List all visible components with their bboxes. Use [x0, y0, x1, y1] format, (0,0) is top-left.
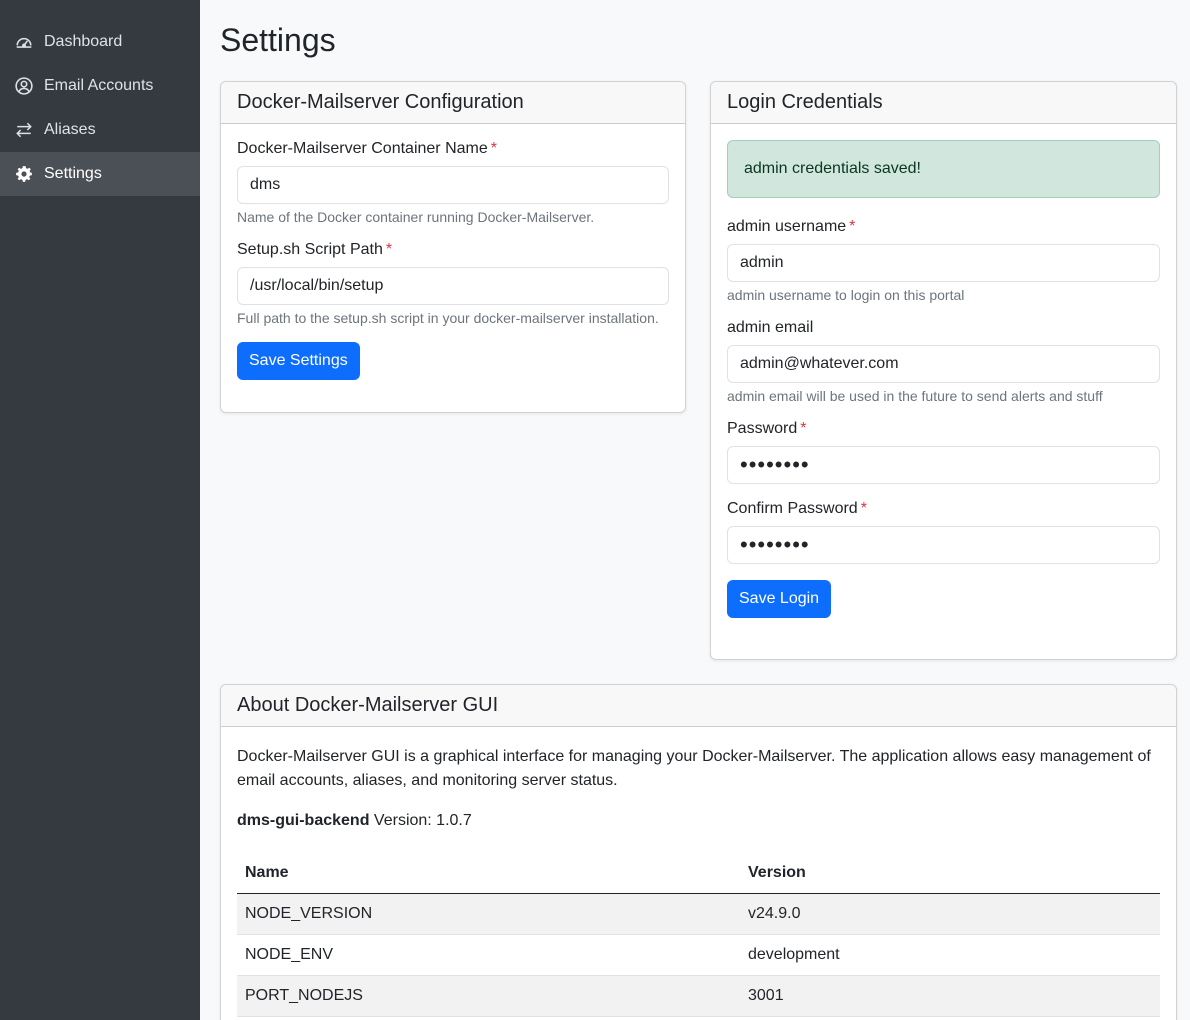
password-label: Password * — [727, 420, 807, 437]
sidebar-item-settings[interactable]: Settings — [0, 152, 200, 196]
script-path-help: Full path to the setup.sh script in your… — [237, 310, 659, 326]
table-row: PORT_NODEJS 3001 — [237, 975, 1160, 1016]
table-cell-version: 3001 — [748, 986, 784, 1004]
admin-email-input[interactable] — [727, 345, 1160, 383]
backend-version: dms-gui-backend Version: 1.0.7 — [237, 809, 1160, 833]
container-name-input[interactable] — [237, 166, 669, 204]
password-input[interactable] — [727, 446, 1160, 484]
page-title: Settings — [220, 22, 336, 58]
admin-email-label: admin email — [727, 319, 814, 336]
sidebar-item-label: Dashboard — [44, 33, 123, 50]
table-header-row: Name Version — [237, 853, 1160, 894]
backend-name: dms-gui-backend — [237, 812, 370, 829]
table-row: NODE_VERSION v24.9.0 — [237, 893, 1160, 934]
user-circle-icon — [14, 76, 34, 96]
success-alert: admin credentials saved! — [727, 140, 1160, 198]
container-name-help: Name of the Docker container running Doc… — [237, 209, 595, 225]
column-header-version: Version — [740, 853, 1160, 894]
required-marker: * — [800, 420, 807, 437]
required-marker: * — [385, 241, 393, 258]
about-card: About Docker-Mailserver GUI Docker-Mails… — [220, 684, 1177, 1020]
env-table: Name Version NODE_VERSION v24.9.0 NODE_E… — [237, 853, 1160, 1017]
admin-email-help: admin email will be used in the future t… — [727, 388, 1103, 404]
script-path-label: Setup.sh Script Path * — [237, 241, 393, 258]
confirm-password-input[interactable] — [727, 526, 1160, 564]
container-name-label: Docker-Mailserver Container Name * — [237, 140, 497, 157]
table-cell-version: v24.9.0 — [748, 904, 801, 922]
about-card-title: About Docker-Mailserver GUI — [221, 685, 1176, 727]
arrows-exchange-icon — [14, 120, 34, 140]
gear-icon — [14, 164, 34, 184]
sidebar-item-aliases[interactable]: Aliases — [0, 108, 200, 152]
login-card-title: Login Credentials — [711, 82, 1176, 124]
save-settings-button[interactable]: Save Settings — [237, 342, 360, 380]
script-path-input[interactable] — [237, 267, 669, 305]
sidebar-item-label: Email Accounts — [44, 77, 154, 94]
sidebar-item-label: Aliases — [44, 121, 96, 138]
sidebar-item-label: Settings — [44, 165, 102, 182]
save-login-button[interactable]: Save Login — [727, 580, 832, 618]
table-cell-name: NODE_ENV — [245, 945, 334, 963]
config-card: Docker-Mailserver Configuration Docker-M… — [220, 81, 686, 413]
sidebar-item-email-accounts[interactable]: Email Accounts — [0, 64, 200, 108]
config-card-title: Docker-Mailserver Configuration — [221, 82, 685, 124]
sidebar-item-dashboard[interactable]: Dashboard — [0, 20, 200, 64]
table-cell-name: PORT_NODEJS — [245, 986, 363, 1004]
login-card: Login Credentials admin credentials save… — [710, 81, 1177, 660]
column-header-name: Name — [237, 853, 740, 894]
table-cell-version: development — [748, 945, 840, 963]
admin-username-input[interactable] — [727, 244, 1160, 282]
admin-username-label: admin username * — [727, 218, 856, 235]
required-marker: * — [849, 218, 856, 235]
sidebar: Dashboard Email Accounts Aliases Setting… — [0, 0, 200, 1020]
backend-version-text: Version: 1.0.7 — [373, 812, 472, 829]
about-description: Docker-Mailserver GUI is a graphical int… — [237, 748, 1151, 789]
table-row: NODE_ENV development — [237, 934, 1160, 975]
confirm-password-label: Confirm Password * — [727, 500, 867, 517]
required-marker: * — [490, 140, 497, 157]
speedometer-icon — [14, 32, 34, 52]
table-cell-name: NODE_VERSION — [245, 904, 373, 922]
admin-username-help: admin username to login on this portal — [727, 287, 965, 303]
required-marker: * — [860, 500, 867, 517]
